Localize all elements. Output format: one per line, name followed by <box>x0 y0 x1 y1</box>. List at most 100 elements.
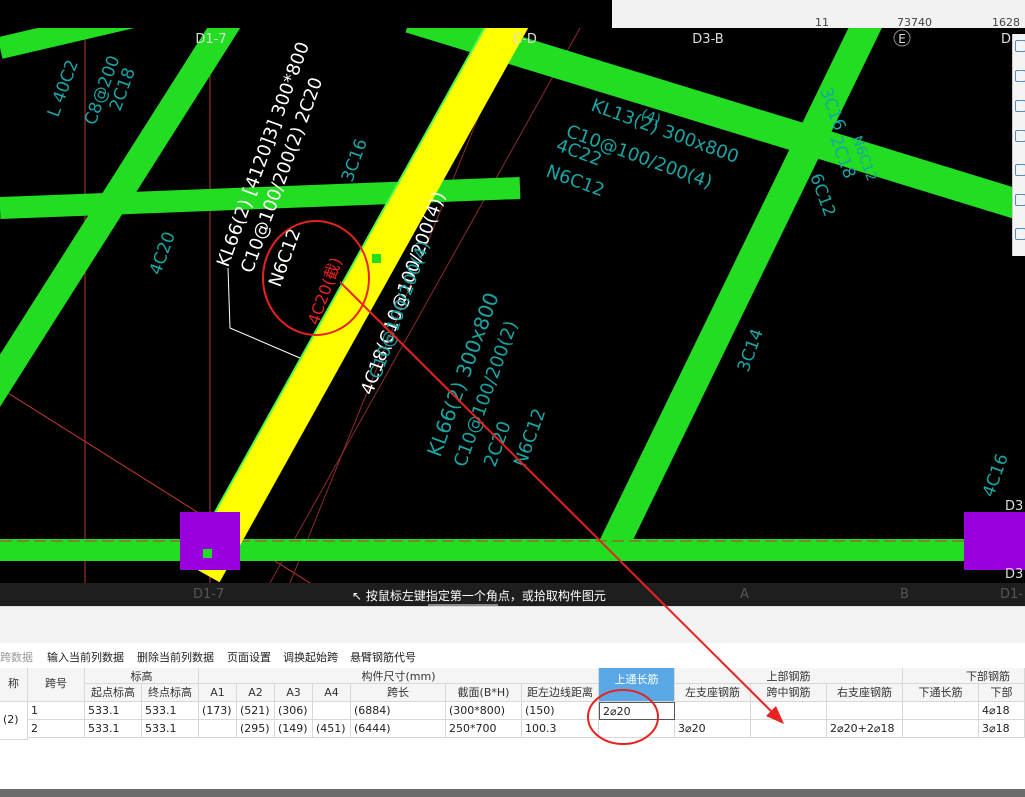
group-header-size: 构件尺寸(mm) <box>199 668 599 684</box>
group-header-bottom-rebar: 下部钢筋 <box>903 668 1025 684</box>
cell-mid-span[interactable] <box>751 720 827 738</box>
col-header-a2: A2 <box>237 684 275 702</box>
cell-a4[interactable] <box>313 702 351 720</box>
refresh-icon[interactable] <box>1015 40 1025 52</box>
col-header-mid-span: 跨中钢筋 <box>751 684 827 702</box>
cell-bottom-part[interactable]: 4⌀18 <box>979 702 1025 720</box>
edge-label: D3 <box>1005 567 1023 582</box>
cell-bottom-through[interactable] <box>903 702 979 720</box>
grip-point[interactable] <box>203 549 212 558</box>
cell-end-elev[interactable]: 533.1 <box>142 702 199 720</box>
axis-label: D1-7 <box>195 32 226 47</box>
cad-drawing-canvas[interactable]: D1-7 C-D D3-B E D L 40C2 C8@200 2C18 KL6… <box>0 28 1025 583</box>
cell-a1[interactable]: (173) <box>199 702 237 720</box>
col-header-a1: A1 <box>199 684 237 702</box>
panel-header-area <box>0 606 1025 643</box>
cell-left-support[interactable] <box>675 702 751 720</box>
col-header-span-no: 跨号 <box>28 668 85 702</box>
col-header-end-elev: 终点标高 <box>142 684 199 702</box>
cell-bottom-through[interactable] <box>903 720 979 738</box>
toolbar-item-span-data[interactable]: 跨数据 <box>0 649 33 665</box>
col-header-a3: A3 <box>275 684 313 702</box>
bottom-bar <box>0 789 1025 797</box>
cell-top-through[interactable] <box>599 720 675 738</box>
axis-label: D3-B <box>692 32 723 47</box>
annotation-text: 6C12 <box>805 171 839 219</box>
axis-label: D <box>1001 32 1011 47</box>
grip-point[interactable] <box>372 254 381 263</box>
col-header-top-through[interactable]: 上通长筋 <box>599 668 675 702</box>
cell-section[interactable]: (300*800) <box>446 702 522 720</box>
cell-a2[interactable]: (295) <box>237 720 275 738</box>
annotation-text: L 40C2 <box>44 57 83 119</box>
cell-start-elev[interactable]: 533.1 <box>85 720 142 738</box>
command-prompt-text: 按鼠标左键指定第一个角点，或拾取构件图元 <box>365 589 606 603</box>
cell-right-support[interactable] <box>827 702 903 720</box>
annotation-text: 4C20 <box>146 229 180 277</box>
toolbar-item-page-setup[interactable]: 页面设置 <box>227 649 271 665</box>
cell-bottom-part[interactable]: 3⌀18 <box>979 720 1025 738</box>
cell-mid-span[interactable] <box>751 702 827 720</box>
cell-span-no[interactable]: 1 <box>28 702 85 720</box>
group-header-top-rebar: 上部钢筋 <box>675 668 903 684</box>
col-header-span-length: 跨长 <box>351 684 446 702</box>
box-icon[interactable] <box>1015 100 1025 112</box>
cell-left-distance[interactable]: (150) <box>522 702 599 720</box>
toolbar-item-cantilever-code[interactable]: 悬臂钢筋代号 <box>350 649 416 665</box>
column-purple[interactable] <box>180 512 240 570</box>
grid-icon[interactable] <box>1015 70 1025 82</box>
cell-section[interactable]: 250*700 <box>446 720 522 738</box>
cell-a1[interactable] <box>199 720 237 738</box>
cell-span-no[interactable]: 2 <box>28 720 85 738</box>
cell-a3[interactable]: (149) <box>275 720 313 738</box>
col-header-right-support: 右支座钢筋 <box>827 684 903 702</box>
col-header-name: 称 <box>0 668 28 702</box>
toolbar-item-delete-column[interactable]: 删除当前列数据 <box>137 649 214 665</box>
axis-label-bottom: D1-7 <box>193 587 225 602</box>
cell-end-elev[interactable]: 533.1 <box>142 720 199 738</box>
cell-left-support[interactable]: 3⌀20 <box>675 720 751 738</box>
cell-top-through-editing[interactable]: 2⌀20 <box>599 702 675 720</box>
axis-label-bottom: B <box>900 587 909 602</box>
axis-label-bottom: D1- <box>1000 587 1023 602</box>
leader-line <box>227 267 301 359</box>
axis-label: C-D <box>513 32 537 47</box>
annotation-text: 3C14 <box>734 326 768 374</box>
axis-label-bottom: A <box>740 587 749 602</box>
cell-name[interactable]: (2) <box>0 702 28 740</box>
crop-icon[interactable] <box>1015 164 1025 176</box>
axis-label: E <box>898 32 906 46</box>
beam-green[interactable] <box>0 28 215 59</box>
cell-a4[interactable]: (451) <box>313 720 351 738</box>
cell-right-support[interactable]: 2⌀20+2⌀18 <box>827 720 903 738</box>
cell-span-length[interactable]: (6884) <box>351 702 446 720</box>
cell-a3[interactable]: (306) <box>275 702 313 720</box>
toolbar-item-input-column[interactable]: 输入当前列数据 <box>47 649 124 665</box>
cell-span-length[interactable]: (6444) <box>351 720 446 738</box>
list-icon[interactable] <box>1015 228 1025 240</box>
right-side-toolbar <box>1012 34 1025 256</box>
layers-icon[interactable] <box>1015 194 1025 206</box>
col-header-left-distance: 距左边线距离 <box>522 684 599 702</box>
edge-label: D3 <box>1005 499 1023 514</box>
table-toolbar: 跨数据 输入当前列数据 删除当前列数据 页面设置 调换起始跨 悬臂钢筋代号 <box>0 646 1025 666</box>
toolbar-item-swap-start-span[interactable]: 调换起始跨 <box>283 649 338 665</box>
cell-a2[interactable]: (521) <box>237 702 275 720</box>
col-header-start-elev: 起点标高 <box>85 684 142 702</box>
col-header-left-support: 左支座钢筋 <box>675 684 751 702</box>
annotation-text: 3C16 <box>338 136 372 184</box>
pick-cursor-icon: ↖ <box>352 589 363 603</box>
beam-selected[interactable] <box>186 28 529 583</box>
cad-svg: D1-7 C-D D3-B E D L 40C2 C8@200 2C18 KL6… <box>0 28 1025 583</box>
col-header-a4: A4 <box>313 684 351 702</box>
annotation-text: N6C12 <box>510 406 550 470</box>
top-strip: 11 73740 1628 <box>0 0 1025 29</box>
column-purple[interactable] <box>964 512 1025 570</box>
cell-start-elev[interactable]: 533.1 <box>85 702 142 720</box>
col-header-bottom-through: 下通长筋 <box>903 684 979 702</box>
cube-icon[interactable] <box>1015 130 1025 142</box>
annotation-text: 4C16 <box>979 451 1013 499</box>
command-prompt: ↖ 按鼠标左键指定第一个角点，或拾取构件图元 <box>352 587 606 604</box>
cell-left-distance[interactable]: 100.3 <box>522 720 599 738</box>
top-right-panel: 11 73740 1628 <box>612 0 1025 29</box>
